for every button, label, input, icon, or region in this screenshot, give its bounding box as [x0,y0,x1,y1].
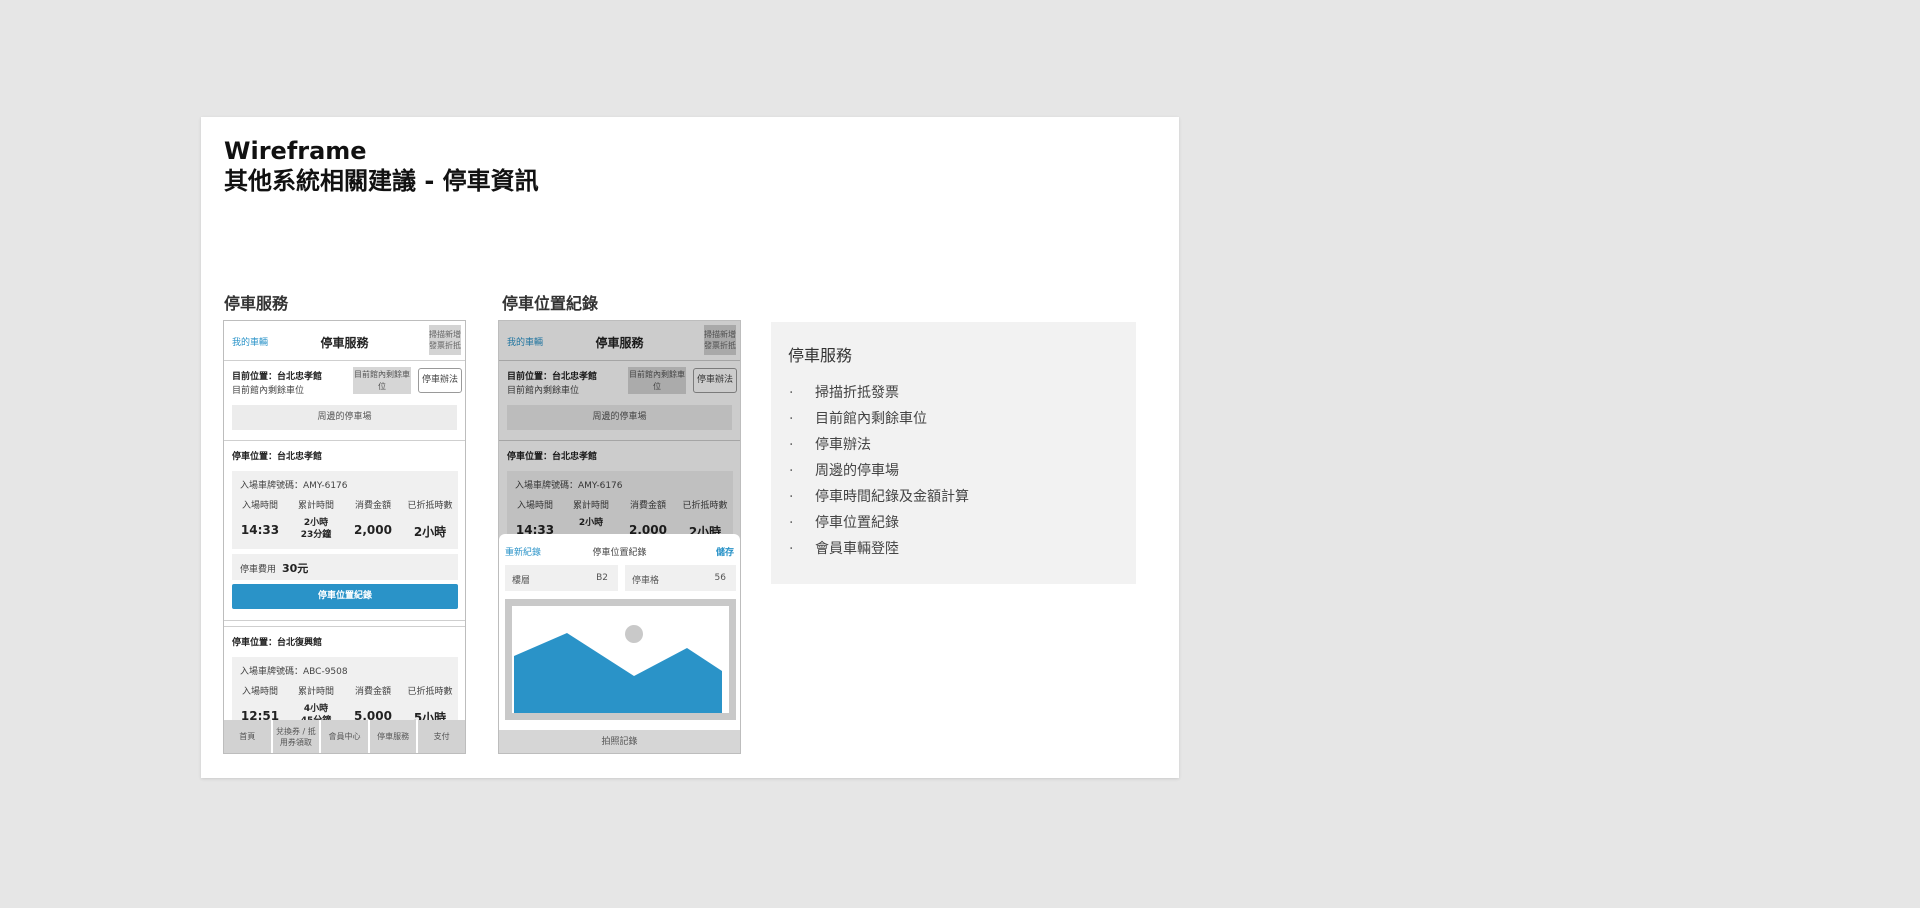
current-location: 目前位置：台北忠孝館 [232,372,323,382]
bullet-icon: · [789,463,794,479]
column-elapsed-time: 累計時間 [297,501,334,511]
parking-rules-button[interactable]: 停車辦法 [418,368,462,393]
feature-text: 目前館內剩餘車位 [815,411,927,427]
parking-record: 停車位置：台北忠孝館 入場車牌號碼：AMY-6176 入場時間 累計時間 消費金… [224,441,465,621]
list-item: · 周邊的停車場 [789,458,969,484]
list-item: · 停車辦法 [789,432,969,458]
feature-list: · 掃描折抵發票 · 目前館內剩餘車位 · 停車辦法 · 周邊的停車場 · 停車時間紀錄及… [789,380,969,562]
phone-parking-service: 我的車輛 停車服務 掃描新增發票折抵 目前位置：台北忠孝館 目前館內剩餘車位 目… [223,320,466,754]
feature-summary-panel: 停車服務 · 掃描折抵發票 · 目前館內剩餘車位 · 停車辦法 · 周邊的停車場 · 停車… [771,322,1136,584]
floor-value: B2 [596,573,608,583]
elapsed-hours: 4小時 [303,704,329,714]
entry-time-value: 14:33 [240,523,280,537]
list-item: · 目前館內剩餘車位 [789,406,969,432]
phone-header: 我的車輛 停車服務 掃描新增發票折抵 [224,321,465,361]
list-item: · 會員車輛登陸 [789,536,969,562]
tab-payment[interactable]: 支付 [418,720,465,753]
phone-parking-location: 我的車輛 停車服務 掃描新增發票折抵 目前位置：台北忠孝館 目前館內剩餘車位 目… [498,320,741,754]
photo-frame [512,606,729,713]
feature-text: 停車時間紀錄及金額計算 [815,489,969,505]
space-value: 56 [714,573,726,583]
elapsed-minutes: 23分鐘 [300,530,332,540]
column-deducted: 已折抵時數 [407,501,453,511]
current-location-section: 目前位置：台北忠孝館 目前館內剩餘車位 目前館內剩餘車位 停車辦法 周邊的停車場 [224,361,465,441]
feature-text: 會員車輛登陸 [815,541,899,557]
feature-text: 停車辦法 [815,437,871,453]
parking-location-modal: 重新紀錄 停車位置紀錄 儲存 樓層 B2 停車格 56 拍照記錄 [499,534,740,753]
modal-title: 停車位置紀錄 [592,548,647,558]
amount-value: 2,000 [354,523,392,537]
space-label: 停車格 [632,576,660,586]
tab-coupons[interactable]: 兌換券 / 抵用券領取 [272,720,320,753]
feature-text: 周邊的停車場 [815,463,899,479]
bullet-icon: · [789,411,794,427]
space-field[interactable]: 停車格 56 [625,565,736,591]
record-plate: 入場車牌號碼：ABC-9508 [240,667,348,677]
page-title: Wireframe [224,137,367,165]
list-item: · 停車時間紀錄及金額計算 [789,484,969,510]
record-plate: 入場車牌號碼：AMY-6176 [240,481,348,491]
fee-label: 停車費用 [240,565,277,575]
bullet-icon: · [789,489,794,505]
floor-field[interactable]: 樓層 B2 [505,565,618,591]
fee-value: 30元 [282,562,309,575]
bottom-tabbar: 首頁 兌換券 / 抵用券領取 會員中心 停車服務 支付 [224,720,465,753]
photo-placeholder [505,599,736,720]
column-amount: 消費金額 [354,687,391,697]
save-button[interactable]: 儲存 [716,545,734,558]
parking-location-record-button[interactable]: 停車位置紀錄 [232,584,458,609]
list-item: · 掃描折抵發票 [789,380,969,406]
bullet-icon: · [789,385,794,401]
record-location: 停車位置：台北復興館 [232,638,323,648]
page-subtitle: 其他系統相關建議 - 停車資訊 [224,167,539,195]
nearby-parking-button[interactable]: 周邊的停車場 [232,405,457,430]
tab-home[interactable]: 首頁 [224,720,271,753]
remaining-spaces-label: 目前館內剩餘車位 [232,386,305,396]
list-item: · 停車位置紀錄 [789,510,969,536]
elapsed-hours: 2小時 [303,518,329,528]
take-photo-button[interactable]: 拍照記錄 [499,730,740,753]
deducted-value: 2小時 [413,525,447,539]
parking-fee: 停車費用 30元 [232,554,458,580]
bullet-icon: · [789,437,794,453]
wireframe-card: Wireframe 其他系統相關建議 - 停車資訊 停車服務 停車位置紀錄 我的… [201,117,1179,778]
record-details: 入場車牌號碼：AMY-6176 入場時間 累計時間 消費金額 已折抵時數 14:… [232,471,458,549]
column-amount: 消費金額 [354,501,391,511]
section-label-parking-location: 停車位置紀錄 [502,294,599,313]
bullet-icon: · [789,515,794,531]
bullet-icon: · [789,541,794,557]
floor-label: 樓層 [512,576,531,586]
section-label-parking-service: 停車服務 [224,294,289,313]
panel-title: 停車服務 [788,346,853,365]
scan-invoice-button[interactable]: 掃描新增發票折抵 [429,325,461,355]
tab-parking-service[interactable]: 停車服務 [369,720,417,753]
tab-member-center[interactable]: 會員中心 [321,720,368,753]
feature-text: 掃描折抵發票 [815,385,899,401]
column-entry-time: 入場時間 [241,501,278,511]
remaining-spaces-button[interactable]: 目前館內剩餘車位 [353,367,411,394]
image-placeholder-icon [514,625,722,713]
column-elapsed-time: 累計時間 [297,687,334,697]
column-entry-time: 入場時間 [241,687,278,697]
feature-text: 停車位置紀錄 [815,515,899,531]
record-location: 停車位置：台北忠孝館 [232,452,323,462]
elapsed-time-value: 2小時 23分鐘 [288,517,344,541]
column-deducted: 已折抵時數 [407,687,453,697]
